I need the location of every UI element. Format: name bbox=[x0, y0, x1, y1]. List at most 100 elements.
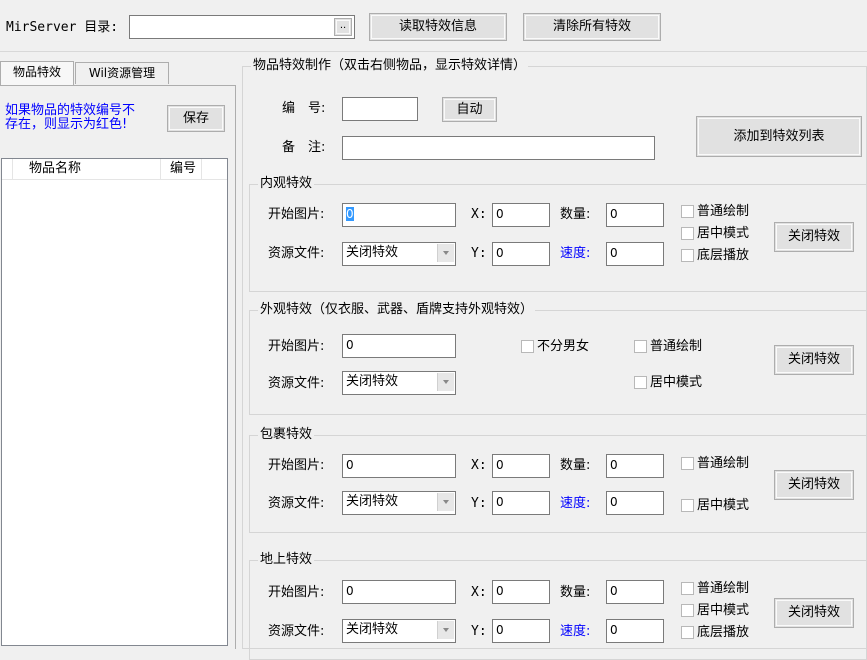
bag-speed-input[interactable]: 0 bbox=[606, 491, 664, 515]
ground-y-label: Y: bbox=[471, 624, 487, 639]
ground-start-input[interactable]: 0 bbox=[342, 580, 456, 604]
bag-close-effect-button[interactable]: 关闭特效 bbox=[774, 470, 854, 500]
inner-count-input[interactable]: 0 bbox=[606, 203, 664, 227]
ground-normal-draw-label: 普通绘制 bbox=[697, 581, 750, 596]
chevron-down-icon[interactable] bbox=[437, 493, 454, 511]
number-input[interactable] bbox=[342, 97, 418, 121]
ground-resource-label: 资源文件: bbox=[268, 624, 325, 639]
directory-input[interactable] bbox=[129, 15, 355, 39]
note-label: 备 注: bbox=[282, 140, 326, 155]
auto-button[interactable]: 自动 bbox=[442, 97, 497, 122]
inner-start-input[interactable]: 0 bbox=[342, 203, 456, 227]
outer-start-input[interactable]: 0 bbox=[342, 334, 456, 358]
inner-y-label: Y: bbox=[471, 246, 487, 261]
bag-count-input[interactable]: 0 bbox=[606, 454, 664, 478]
outer-close-effect-button[interactable]: 关闭特效 bbox=[774, 345, 854, 375]
item-list-header: 物品名称 编号 bbox=[2, 159, 227, 180]
hint-line-2: 存在，则显示为红色! bbox=[5, 117, 128, 132]
bag-start-input[interactable]: 0 bbox=[342, 454, 456, 478]
tab-wil-resources[interactable]: Wil资源管理 bbox=[75, 62, 169, 84]
ground-normal-draw-checkbox[interactable] bbox=[681, 582, 694, 595]
hint-text: 如果物品的特效编号不 存在，则显示为红色! bbox=[5, 104, 135, 132]
inner-y-input[interactable]: 0 bbox=[492, 242, 550, 266]
outer-any-gender-checkbox[interactable] bbox=[521, 340, 534, 353]
bag-normal-draw-checkbox[interactable] bbox=[681, 457, 694, 470]
ground-x-input[interactable]: 0 bbox=[492, 580, 550, 604]
bag-center-mode-label: 居中模式 bbox=[697, 498, 750, 513]
inner-close-effect-button[interactable]: 关闭特效 bbox=[774, 222, 854, 252]
effect-editor-title: 物品特效制作（双击右侧物品，显示特效详情） bbox=[251, 58, 529, 74]
inner-effect-title: 内观特效 bbox=[258, 176, 315, 192]
clear-all-effects-button[interactable]: 清除所有特效 bbox=[523, 13, 661, 41]
read-effects-button[interactable]: 读取特效信息 bbox=[369, 13, 507, 41]
item-list[interactable]: 物品名称 编号 bbox=[1, 158, 228, 646]
ground-start-label: 开始图片: bbox=[268, 585, 325, 600]
bag-resource-label: 资源文件: bbox=[268, 496, 325, 511]
outer-any-gender-label: 不分男女 bbox=[537, 339, 590, 354]
ground-bottom-layer-label: 底层播放 bbox=[697, 625, 750, 640]
save-button[interactable]: 保存 bbox=[167, 105, 225, 132]
bag-resource-select[interactable]: 关闭特效 bbox=[342, 491, 456, 515]
outer-center-mode-label: 居中模式 bbox=[650, 375, 703, 390]
inner-count-label: 数量: bbox=[560, 207, 591, 222]
tab-item-effects[interactable]: 物品特效 bbox=[0, 61, 74, 85]
add-to-effect-list-button[interactable]: 添加到特效列表 bbox=[696, 116, 862, 157]
inner-normal-draw-checkbox[interactable] bbox=[681, 205, 694, 218]
ground-bottom-layer-checkbox[interactable] bbox=[681, 626, 694, 639]
browse-button[interactable]: .. bbox=[334, 18, 352, 36]
inner-center-mode-label: 居中模式 bbox=[697, 226, 750, 241]
ground-center-mode-checkbox[interactable] bbox=[681, 604, 694, 617]
number-label: 编 号: bbox=[282, 101, 326, 116]
inner-start-label: 开始图片: bbox=[268, 207, 325, 222]
ground-count-input[interactable]: 0 bbox=[606, 580, 664, 604]
hint-line-1: 如果物品的特效编号不 bbox=[5, 103, 136, 118]
ground-y-input[interactable]: 0 bbox=[492, 619, 550, 643]
note-input[interactable] bbox=[342, 136, 655, 160]
outer-resource-value: 关闭特效 bbox=[346, 374, 399, 389]
bag-effect-title: 包裹特效 bbox=[258, 427, 315, 443]
bag-start-label: 开始图片: bbox=[268, 458, 325, 473]
inner-x-input[interactable]: 0 bbox=[492, 203, 550, 227]
chevron-down-icon[interactable] bbox=[437, 621, 454, 639]
outer-normal-draw-label: 普通绘制 bbox=[650, 339, 703, 354]
ground-center-mode-label: 居中模式 bbox=[697, 603, 750, 618]
inner-x-label: X: bbox=[471, 207, 487, 222]
inner-bottom-layer-label: 底层播放 bbox=[697, 248, 750, 263]
toolbar-divider bbox=[0, 51, 867, 52]
inner-bottom-layer-checkbox[interactable] bbox=[681, 249, 694, 262]
bag-y-input[interactable]: 0 bbox=[492, 491, 550, 515]
outer-normal-draw-checkbox[interactable] bbox=[634, 340, 647, 353]
bag-x-input[interactable]: 0 bbox=[492, 454, 550, 478]
ground-effect-title: 地上特效 bbox=[258, 552, 315, 568]
ground-count-label: 数量: bbox=[560, 585, 591, 600]
bag-resource-value: 关闭特效 bbox=[346, 494, 399, 509]
chevron-down-icon[interactable] bbox=[437, 373, 454, 391]
chevron-down-icon[interactable] bbox=[437, 244, 454, 262]
column-item-name[interactable]: 物品名称 bbox=[13, 159, 161, 179]
outer-resource-label: 资源文件: bbox=[268, 376, 325, 391]
ground-x-label: X: bbox=[471, 585, 487, 600]
inner-normal-draw-label: 普通绘制 bbox=[697, 204, 750, 219]
bag-center-mode-checkbox[interactable] bbox=[681, 499, 694, 512]
bag-y-label: Y: bbox=[471, 496, 487, 511]
bag-x-label: X: bbox=[471, 458, 487, 473]
bag-count-label: 数量: bbox=[560, 458, 591, 473]
outer-start-label: 开始图片: bbox=[268, 339, 325, 354]
inner-center-mode-checkbox[interactable] bbox=[681, 227, 694, 240]
ground-resource-value: 关闭特效 bbox=[346, 622, 399, 637]
inner-speed-input[interactable]: 0 bbox=[606, 242, 664, 266]
ground-speed-label: 速度: bbox=[560, 624, 591, 639]
ground-speed-input[interactable]: 0 bbox=[606, 619, 664, 643]
directory-label: MirServer 目录: bbox=[6, 20, 119, 35]
inner-resource-select[interactable]: 关闭特效 bbox=[342, 242, 456, 266]
ground-resource-select[interactable]: 关闭特效 bbox=[342, 619, 456, 643]
outer-effect-title: 外观特效（仅衣服、武器、盾牌支持外观特效） bbox=[258, 302, 536, 318]
outer-center-mode-checkbox[interactable] bbox=[634, 376, 647, 389]
column-item-number[interactable]: 编号 bbox=[162, 159, 202, 179]
inner-speed-label: 速度: bbox=[560, 246, 591, 261]
inner-start-value: 0 bbox=[346, 207, 354, 221]
left-tab-panel: 如果物品的特效编号不 存在，则显示为红色! 保存 物品名称 编号 bbox=[0, 85, 236, 649]
ground-close-effect-button[interactable]: 关闭特效 bbox=[774, 598, 854, 628]
outer-resource-select[interactable]: 关闭特效 bbox=[342, 371, 456, 395]
bag-normal-draw-label: 普通绘制 bbox=[697, 456, 750, 471]
